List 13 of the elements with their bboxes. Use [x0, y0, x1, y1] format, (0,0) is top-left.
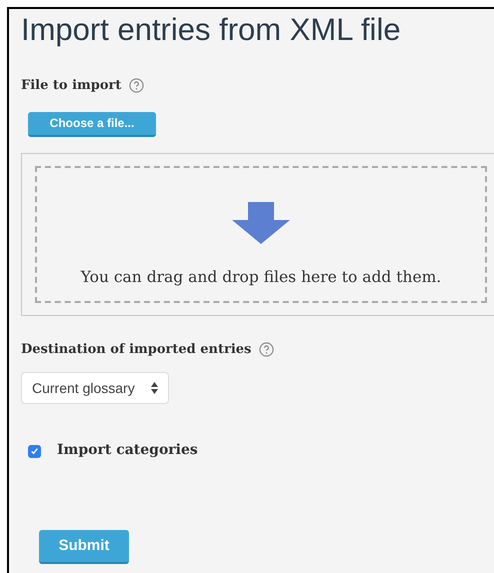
- help-icon[interactable]: [259, 342, 274, 357]
- check-icon: [30, 447, 39, 456]
- select-arrows-icon: [151, 382, 158, 394]
- drop-zone[interactable]: You can drag and drop files here to add them.: [35, 166, 487, 302]
- field-label: File to import: [21, 77, 122, 95]
- page-title: Import entries from XML file: [21, 11, 401, 49]
- checkbox-label: Import categories: [57, 441, 198, 460]
- drop-hint: You can drag and drop files here to add them.: [80, 266, 442, 288]
- destination-select[interactable]: Current glossary: [21, 372, 169, 404]
- down-arrow-icon: [232, 202, 290, 244]
- field-label: Destination of imported entries: [21, 340, 252, 358]
- import-categories-checkbox[interactable]: [28, 445, 41, 458]
- help-icon[interactable]: [129, 78, 144, 94]
